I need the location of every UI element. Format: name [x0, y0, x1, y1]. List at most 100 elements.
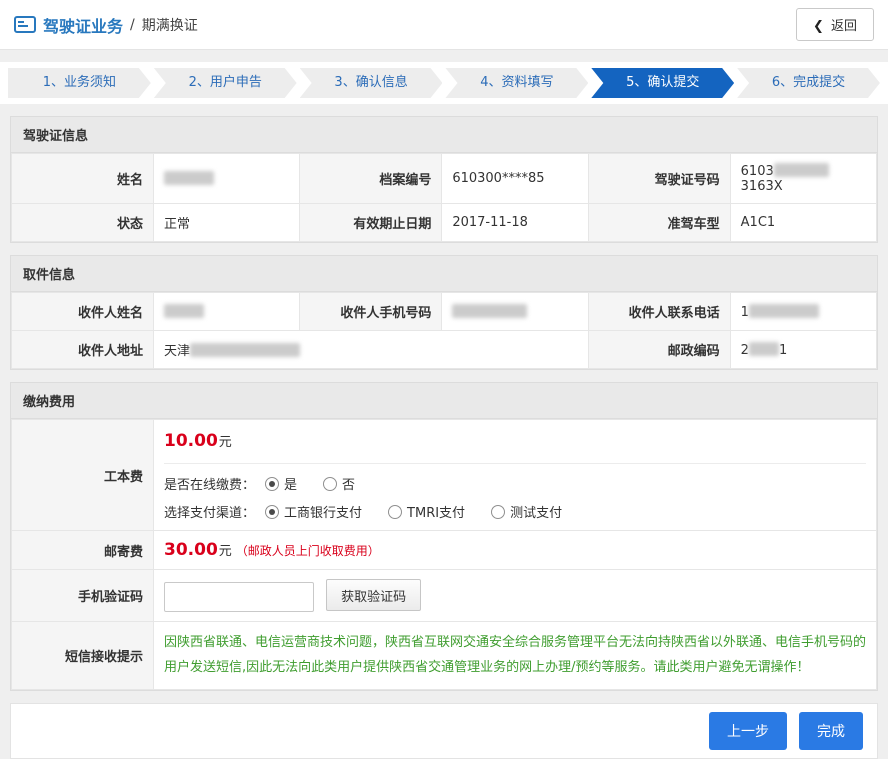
title-separator: / — [130, 17, 135, 33]
table-row: 手机验证码 获取验证码 — [12, 570, 877, 622]
table-row: 邮寄费 30.00元 （邮政人员上门收取费用） — [12, 531, 877, 570]
back-button[interactable]: ❮ 返回 — [796, 8, 874, 41]
post-fee-note: （邮政人员上门收取费用） — [236, 544, 380, 558]
step-2-user-declaration[interactable]: 2、用户申告 — [154, 68, 297, 98]
post-fee-amount: 30.00 — [164, 540, 218, 560]
recipient-phone-label: 收件人手机号码 — [300, 293, 442, 331]
name-label: 姓名 — [12, 154, 154, 204]
breadcrumb: 驾驶证业务 / 期满换证 — [14, 13, 198, 37]
pickup-info-title: 取件信息 — [11, 256, 877, 292]
pay-channel-question: 选择支付渠道： — [164, 502, 255, 521]
radio-online-pay-yes[interactable]: 是 — [265, 474, 297, 493]
sms-code-label: 手机验证码 — [12, 570, 154, 622]
post-fee-unit: 元 — [219, 544, 232, 559]
sms-code-cell: 获取验证码 — [154, 570, 877, 622]
finish-button[interactable]: 完成 — [799, 712, 863, 750]
radio-selected-icon — [265, 505, 279, 519]
radio-icbc-label: 工商银行支付 — [284, 502, 362, 521]
masked-value — [164, 171, 214, 185]
step-1-business-notice[interactable]: 1、业务须知 — [8, 68, 151, 98]
sms-tip-label: 短信接收提示 — [12, 622, 154, 690]
radio-selected-icon — [265, 477, 279, 491]
online-pay-question: 是否在线缴费： — [164, 474, 255, 493]
fees-table: 工本费 10.00元 是否在线缴费： 是 否 选 — [11, 419, 877, 690]
back-button-label: 返回 — [831, 19, 857, 34]
get-code-button[interactable]: 获取验证码 — [326, 579, 421, 611]
radio-yes-label: 是 — [284, 474, 297, 493]
step-6-complete-submit[interactable]: 6、完成提交 — [737, 68, 880, 98]
top-bar: 驾驶证业务 / 期满换证 ❮ 返回 — [0, 0, 888, 50]
radio-unselected-icon — [323, 477, 337, 491]
step-3-confirm-info[interactable]: 3、确认信息 — [300, 68, 443, 98]
license-no-value: 61033163X — [730, 154, 876, 204]
radio-unselected-icon — [491, 505, 505, 519]
table-row: 状态 正常 有效期止日期 2017-11-18 准驾车型 A1C1 — [12, 204, 877, 242]
pay-channel-row: 选择支付渠道： 工商银行支付 TMRI支付 测试支付 — [164, 502, 866, 521]
vehicle-class-value: A1C1 — [730, 204, 876, 242]
license-no-prefix: 6103 — [741, 164, 774, 179]
radio-channel-icbc[interactable]: 工商银行支付 — [265, 502, 362, 521]
postcode-prefix: 2 — [741, 343, 749, 358]
license-no-label: 驾驶证号码 — [588, 154, 730, 204]
masked-value — [774, 163, 829, 177]
sms-tip-cell: 因陕西省联通、电信运营商技术问题，陕西省互联网交通安全综合服务管理平台无法向持陕… — [154, 622, 877, 690]
work-fee-label: 工本费 — [12, 420, 154, 531]
expiry-value: 2017-11-18 — [442, 204, 588, 242]
address-value: 天津 — [154, 331, 589, 369]
chevron-left-icon: ❮ — [813, 19, 824, 34]
masked-value — [749, 342, 779, 356]
page-subtitle: 期满换证 — [142, 15, 198, 35]
fees-panel: 缴纳费用 工本费 10.00元 是否在线缴费： 是 否 — [10, 382, 878, 691]
address-label: 收件人地址 — [12, 331, 154, 369]
radio-channel-test[interactable]: 测试支付 — [491, 502, 562, 521]
masked-value — [190, 343, 300, 357]
radio-channel-tmri[interactable]: TMRI支付 — [388, 502, 465, 521]
step-5-confirm-submit[interactable]: 5、确认提交 — [591, 68, 734, 98]
license-info-title: 驾驶证信息 — [11, 117, 877, 153]
table-row: 姓名 档案编号 610300****85 驾驶证号码 61033163X — [12, 154, 877, 204]
postcode-label: 邮政编码 — [588, 331, 730, 369]
table-row: 收件人地址 天津 邮政编码 21 — [12, 331, 877, 369]
table-row: 短信接收提示 因陕西省联通、电信运营商技术问题，陕西省互联网交通安全综合服务管理… — [12, 622, 877, 690]
post-fee-cell: 30.00元 （邮政人员上门收取费用） — [154, 531, 877, 570]
step-4-fill-data[interactable]: 4、资料填写 — [445, 68, 588, 98]
file-no-label: 档案编号 — [300, 154, 442, 204]
recipient-name-label: 收件人姓名 — [12, 293, 154, 331]
table-row: 工本费 10.00元 是否在线缴费： 是 否 选 — [12, 420, 877, 531]
radio-online-pay-no[interactable]: 否 — [323, 474, 355, 493]
work-fee-amount: 10.00 — [164, 431, 218, 451]
vehicle-class-label: 准驾车型 — [588, 204, 730, 242]
tel-prefix: 1 — [741, 305, 749, 320]
expiry-label: 有效期止日期 — [300, 204, 442, 242]
file-no-value: 610300****85 — [442, 154, 588, 204]
pickup-info-table: 收件人姓名 收件人手机号码 收件人联系电话 1 收件人地址 天津 邮政编码 21 — [11, 292, 877, 369]
status-value: 正常 — [154, 204, 300, 242]
name-value — [154, 154, 300, 204]
previous-step-button[interactable]: 上一步 — [709, 712, 787, 750]
online-pay-row: 是否在线缴费： 是 否 — [164, 474, 866, 493]
masked-value — [749, 304, 819, 318]
radio-unselected-icon — [388, 505, 402, 519]
id-card-icon — [14, 16, 36, 33]
pickup-info-panel: 取件信息 收件人姓名 收件人手机号码 收件人联系电话 1 收件人地址 天津 邮政… — [10, 255, 878, 370]
post-fee-label: 邮寄费 — [12, 531, 154, 570]
radio-no-label: 否 — [342, 474, 355, 493]
work-fee-unit: 元 — [219, 435, 232, 450]
radio-tmri-label: TMRI支付 — [407, 502, 465, 521]
postcode-suffix: 1 — [779, 343, 787, 358]
license-no-suffix: 3163X — [741, 179, 783, 194]
radio-test-label: 测试支付 — [510, 502, 562, 521]
license-info-panel: 驾驶证信息 姓名 档案编号 610300****85 驾驶证号码 6103316… — [10, 116, 878, 243]
recipient-name-value — [154, 293, 300, 331]
recipient-tel-label: 收件人联系电话 — [588, 293, 730, 331]
license-info-table: 姓名 档案编号 610300****85 驾驶证号码 61033163X 状态 … — [11, 153, 877, 242]
postcode-value: 21 — [730, 331, 876, 369]
table-row: 收件人姓名 收件人手机号码 收件人联系电话 1 — [12, 293, 877, 331]
step-wizard: 1、业务须知 2、用户申告 3、确认信息 4、资料填写 5、确认提交 6、完成提… — [0, 62, 888, 104]
sms-code-input[interactable] — [164, 582, 314, 612]
masked-value — [164, 304, 204, 318]
sms-tip-text: 因陕西省联通、电信运营商技术问题，陕西省互联网交通安全综合服务管理平台无法向持陕… — [164, 631, 866, 680]
page-title: 驾驶证业务 — [43, 13, 123, 37]
address-prefix: 天津 — [164, 344, 190, 359]
recipient-phone-value — [442, 293, 588, 331]
